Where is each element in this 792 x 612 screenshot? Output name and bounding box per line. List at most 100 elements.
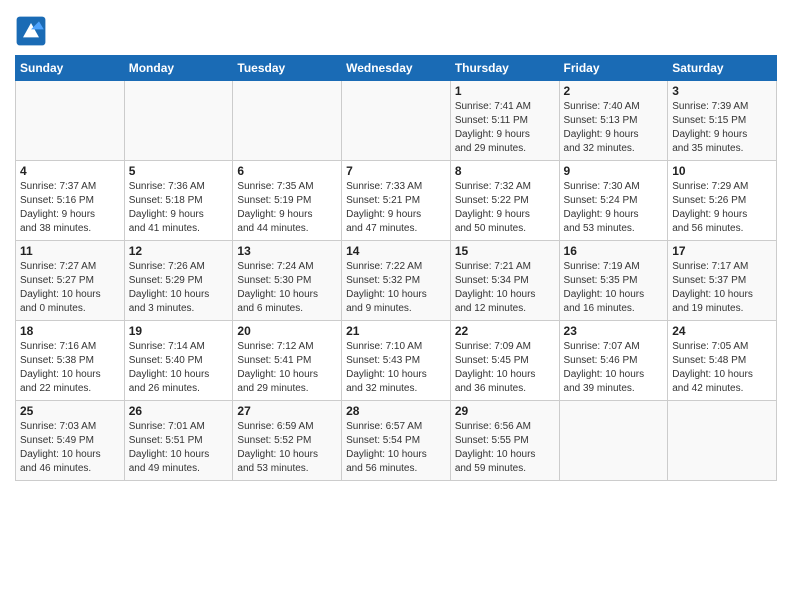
- calendar-cell: 19 Sunrise: 7:14 AM Sunset: 5:40 PM Dayli…: [124, 321, 233, 401]
- cell-content: Sunrise: 7:12 AM Sunset: 5:41 PM Dayligh…: [237, 340, 337, 396]
- col-header-friday: Friday: [559, 56, 668, 81]
- calendar-cell: 23 Sunrise: 7:07 AM Sunset: 5:46 PM Dayli…: [559, 321, 668, 401]
- day-number: 7: [346, 164, 446, 178]
- calendar-cell: [559, 401, 668, 481]
- cell-content: Sunrise: 7:16 AM Sunset: 5:38 PM Dayligh…: [20, 340, 120, 396]
- cell-content: Sunrise: 6:56 AM Sunset: 5:55 PM Dayligh…: [455, 420, 555, 476]
- day-number: 6: [237, 164, 337, 178]
- cell-content: Sunrise: 7:35 AM Sunset: 5:19 PM Dayligh…: [237, 180, 337, 236]
- calendar-cell: 20 Sunrise: 7:12 AM Sunset: 5:41 PM Dayli…: [233, 321, 342, 401]
- week-row-3: 11 Sunrise: 7:27 AM Sunset: 5:27 PM Dayli…: [16, 241, 777, 321]
- calendar-cell: 27 Sunrise: 6:59 AM Sunset: 5:52 PM Dayli…: [233, 401, 342, 481]
- day-number: 26: [129, 404, 229, 418]
- col-header-wednesday: Wednesday: [342, 56, 451, 81]
- cell-content: Sunrise: 6:57 AM Sunset: 5:54 PM Dayligh…: [346, 420, 446, 476]
- day-number: 19: [129, 324, 229, 338]
- calendar-cell: 13 Sunrise: 7:24 AM Sunset: 5:30 PM Dayli…: [233, 241, 342, 321]
- day-number: 9: [564, 164, 664, 178]
- calendar-cell: 8 Sunrise: 7:32 AM Sunset: 5:22 PM Daylig…: [450, 161, 559, 241]
- day-number: 23: [564, 324, 664, 338]
- calendar-cell: 24 Sunrise: 7:05 AM Sunset: 5:48 PM Dayli…: [668, 321, 777, 401]
- cell-content: Sunrise: 6:59 AM Sunset: 5:52 PM Dayligh…: [237, 420, 337, 476]
- calendar-cell: 10Sunrise: 7:29 AM Sunset: 5:26 PM Dayli…: [668, 161, 777, 241]
- week-row-1: 1 Sunrise: 7:41 AM Sunset: 5:11 PM Daylig…: [16, 81, 777, 161]
- day-number: 4: [20, 164, 120, 178]
- calendar-cell: 6 Sunrise: 7:35 AM Sunset: 5:19 PM Daylig…: [233, 161, 342, 241]
- day-number: 11: [20, 244, 120, 258]
- calendar-cell: 21 Sunrise: 7:10 AM Sunset: 5:43 PM Dayli…: [342, 321, 451, 401]
- day-number: 22: [455, 324, 555, 338]
- week-row-2: 4 Sunrise: 7:37 AM Sunset: 5:16 PM Daylig…: [16, 161, 777, 241]
- calendar-cell: 4 Sunrise: 7:37 AM Sunset: 5:16 PM Daylig…: [16, 161, 125, 241]
- calendar-cell: 29 Sunrise: 6:56 AM Sunset: 5:55 PM Dayli…: [450, 401, 559, 481]
- calendar-cell: 16 Sunrise: 7:19 AM Sunset: 5:35 PM Dayli…: [559, 241, 668, 321]
- calendar-cell: 28 Sunrise: 6:57 AM Sunset: 5:54 PM Dayli…: [342, 401, 451, 481]
- cell-content: Sunrise: 7:09 AM Sunset: 5:45 PM Dayligh…: [455, 340, 555, 396]
- col-header-thursday: Thursday: [450, 56, 559, 81]
- calendar-cell: 22 Sunrise: 7:09 AM Sunset: 5:45 PM Dayli…: [450, 321, 559, 401]
- calendar-cell: 14Sunrise: 7:22 AM Sunset: 5:32 PM Dayli…: [342, 241, 451, 321]
- day-number: 18: [20, 324, 120, 338]
- calendar-cell: 12 Sunrise: 7:26 AM Sunset: 5:29 PM Dayli…: [124, 241, 233, 321]
- calendar-cell: 25 Sunrise: 7:03 AM Sunset: 5:49 PM Dayli…: [16, 401, 125, 481]
- cell-content: Sunrise: 7:21 AM Sunset: 5:34 PM Dayligh…: [455, 260, 555, 316]
- calendar-cell: 2Sunrise: 7:40 AM Sunset: 5:13 PM Daylig…: [559, 81, 668, 161]
- day-number: 28: [346, 404, 446, 418]
- calendar-cell: 5 Sunrise: 7:36 AM Sunset: 5:18 PM Daylig…: [124, 161, 233, 241]
- calendar-cell: [668, 401, 777, 481]
- day-number: 14: [346, 244, 446, 258]
- calendar-cell: 15 Sunrise: 7:21 AM Sunset: 5:34 PM Dayli…: [450, 241, 559, 321]
- calendar-cell: 7Sunrise: 7:33 AM Sunset: 5:21 PM Daylig…: [342, 161, 451, 241]
- day-number: 12: [129, 244, 229, 258]
- col-header-saturday: Saturday: [668, 56, 777, 81]
- calendar-cell: 18 Sunrise: 7:16 AM Sunset: 5:38 PM Dayli…: [16, 321, 125, 401]
- day-number: 25: [20, 404, 120, 418]
- day-number: 2: [564, 84, 664, 98]
- day-number: 3: [672, 84, 772, 98]
- day-number: 16: [564, 244, 664, 258]
- cell-content: Sunrise: 7:24 AM Sunset: 5:30 PM Dayligh…: [237, 260, 337, 316]
- cell-content: Sunrise: 7:10 AM Sunset: 5:43 PM Dayligh…: [346, 340, 446, 396]
- calendar-cell: [233, 81, 342, 161]
- cell-content: Sunrise: 7:14 AM Sunset: 5:40 PM Dayligh…: [129, 340, 229, 396]
- cell-content: Sunrise: 7:32 AM Sunset: 5:22 PM Dayligh…: [455, 180, 555, 236]
- day-number: 29: [455, 404, 555, 418]
- cell-content: Sunrise: 7:36 AM Sunset: 5:18 PM Dayligh…: [129, 180, 229, 236]
- cell-content: Sunrise: 7:37 AM Sunset: 5:16 PM Dayligh…: [20, 180, 120, 236]
- cell-content: Sunrise: 7:26 AM Sunset: 5:29 PM Dayligh…: [129, 260, 229, 316]
- logo: [15, 15, 51, 47]
- week-row-4: 18 Sunrise: 7:16 AM Sunset: 5:38 PM Dayli…: [16, 321, 777, 401]
- cell-content: Sunrise: 7:30 AM Sunset: 5:24 PM Dayligh…: [564, 180, 664, 236]
- day-number: 21: [346, 324, 446, 338]
- page-header: [15, 10, 777, 47]
- day-number: 24: [672, 324, 772, 338]
- col-header-tuesday: Tuesday: [233, 56, 342, 81]
- day-number: 13: [237, 244, 337, 258]
- day-number: 15: [455, 244, 555, 258]
- calendar-cell: 11 Sunrise: 7:27 AM Sunset: 5:27 PM Dayli…: [16, 241, 125, 321]
- calendar-table: SundayMondayTuesdayWednesdayThursdayFrid…: [15, 55, 777, 481]
- cell-content: Sunrise: 7:27 AM Sunset: 5:27 PM Dayligh…: [20, 260, 120, 316]
- cell-content: Sunrise: 7:41 AM Sunset: 5:11 PM Dayligh…: [455, 100, 555, 156]
- day-number: 5: [129, 164, 229, 178]
- day-number: 8: [455, 164, 555, 178]
- calendar-cell: [342, 81, 451, 161]
- day-number: 20: [237, 324, 337, 338]
- logo-icon: [15, 15, 47, 47]
- week-row-5: 25 Sunrise: 7:03 AM Sunset: 5:49 PM Dayli…: [16, 401, 777, 481]
- cell-content: Sunrise: 7:01 AM Sunset: 5:51 PM Dayligh…: [129, 420, 229, 476]
- day-number: 1: [455, 84, 555, 98]
- cell-content: Sunrise: 7:19 AM Sunset: 5:35 PM Dayligh…: [564, 260, 664, 316]
- day-number: 17: [672, 244, 772, 258]
- cell-content: Sunrise: 7:39 AM Sunset: 5:15 PM Dayligh…: [672, 100, 772, 156]
- cell-content: Sunrise: 7:07 AM Sunset: 5:46 PM Dayligh…: [564, 340, 664, 396]
- calendar-cell: [124, 81, 233, 161]
- calendar-cell: [16, 81, 125, 161]
- col-header-sunday: Sunday: [16, 56, 125, 81]
- calendar-cell: 1 Sunrise: 7:41 AM Sunset: 5:11 PM Daylig…: [450, 81, 559, 161]
- cell-content: Sunrise: 7:03 AM Sunset: 5:49 PM Dayligh…: [20, 420, 120, 476]
- cell-content: Sunrise: 7:05 AM Sunset: 5:48 PM Dayligh…: [672, 340, 772, 396]
- calendar-cell: 3 Sunrise: 7:39 AM Sunset: 5:15 PM Daylig…: [668, 81, 777, 161]
- day-number: 10: [672, 164, 772, 178]
- day-number: 27: [237, 404, 337, 418]
